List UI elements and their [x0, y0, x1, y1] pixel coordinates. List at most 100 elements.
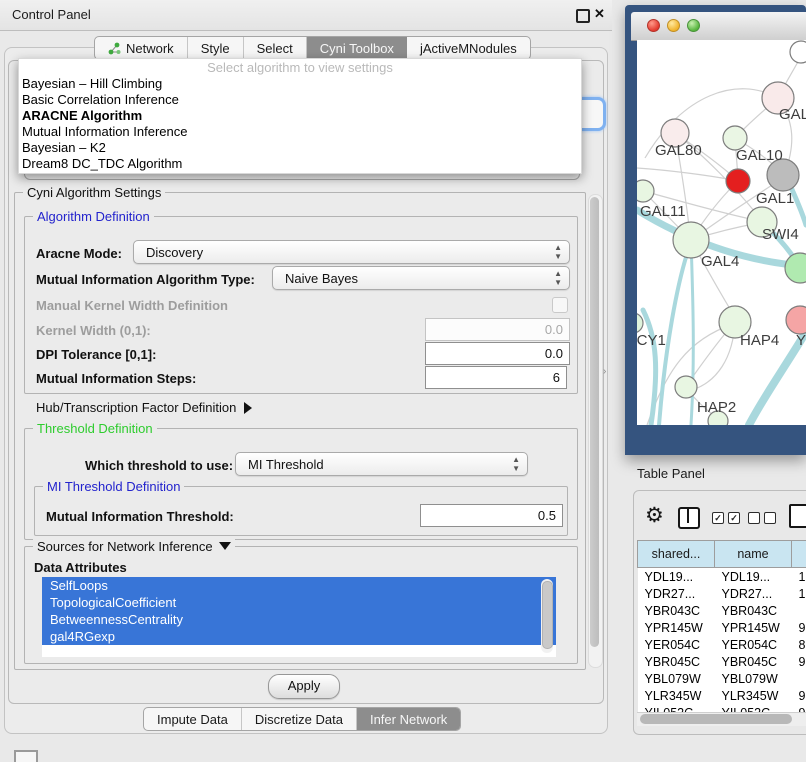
table-row[interactable]: YLR345WYLR345W9. [638, 687, 806, 704]
sources-group-title[interactable]: Sources for Network Inference [33, 539, 235, 554]
settings-scrollbar[interactable] [588, 194, 603, 668]
network-window-titlebar[interactable] [631, 12, 806, 41]
columns-icon[interactable] [678, 507, 700, 529]
table-cell[interactable]: YPR145W [638, 619, 715, 636]
table-cell[interactable]: YDL19... [715, 568, 792, 586]
network-node[interactable] [785, 253, 806, 283]
table-row[interactable]: YPR145WYPR145W9. [638, 619, 806, 636]
select-all-checkboxes-icon[interactable]: ✓ ✓ [712, 512, 740, 524]
dpi-tolerance-label: DPI Tolerance [0,1]: [36, 347, 156, 362]
splitter-handle[interactable]: › [603, 366, 606, 377]
table-hscrollbar[interactable] [637, 712, 806, 726]
attributes-scrollbar-thumb[interactable] [542, 581, 553, 649]
table-cell[interactable]: YBR043C [715, 602, 792, 619]
table-row[interactable]: YER054CYER054C8. [638, 636, 806, 653]
hub-definition-toggle[interactable]: Hub/Transcription Factor Definition [36, 400, 252, 415]
tab-infer-network[interactable]: Infer Network [357, 708, 460, 730]
tab-discretize-data[interactable]: Discretize Data [242, 708, 357, 730]
float-icon[interactable] [576, 9, 590, 23]
manual-kernel-checkbox[interactable] [552, 297, 568, 313]
table-cell[interactable]: YBR045C [715, 653, 792, 670]
table-cell[interactable]: 9. [792, 687, 806, 704]
algorithm-option[interactable]: Dream8 DC_TDC Algorithm [19, 156, 581, 172]
clear-all-checkboxes-icon[interactable] [748, 512, 776, 524]
table-cell[interactable]: YPR145W [715, 619, 792, 636]
close-icon[interactable]: ✕ [594, 6, 605, 22]
table-cell[interactable]: 9. [792, 653, 806, 670]
node-table[interactable]: shared...nameAYDL19...YDL19...13YDR27...… [637, 540, 806, 713]
table-column-header[interactable]: shared... [638, 541, 715, 568]
table-cell[interactable]: YLR345W [715, 687, 792, 704]
algorithm-option[interactable]: Basic Correlation Inference [19, 92, 581, 108]
table-cell[interactable] [792, 670, 806, 687]
table-cell[interactable]: 13 [792, 568, 806, 586]
network-node[interactable] [675, 376, 697, 398]
network-node[interactable] [790, 41, 806, 63]
tab-network[interactable]: Network [95, 37, 188, 59]
table-cell[interactable]: YDR27... [715, 585, 792, 602]
table-cell[interactable]: YER054C [638, 636, 715, 653]
table-row[interactable]: YBL079WYBL079W [638, 670, 806, 687]
attribute-list-item[interactable]: TopologicalCoefficient [42, 594, 556, 611]
table-row[interactable]: YBR045CYBR045C9. [638, 653, 806, 670]
gear-icon[interactable]: ⚙ [645, 503, 664, 527]
table-cell[interactable] [792, 602, 806, 619]
aracne-mode-combo[interactable]: Discovery ▲▼ [133, 240, 570, 264]
mi-steps-field[interactable]: 6 [425, 366, 567, 389]
network-node[interactable] [637, 180, 654, 202]
table-column-header[interactable]: name [715, 541, 792, 568]
table-row[interactable]: YBR043CYBR043C [638, 602, 806, 619]
table-cell[interactable]: YBL079W [715, 670, 792, 687]
document-icon[interactable] [789, 504, 806, 528]
tab-style[interactable]: Style [188, 37, 244, 59]
table-cell[interactable]: YBR045C [638, 653, 715, 670]
table-cell[interactable]: 9. [792, 619, 806, 636]
attribute-list-item[interactable]: gal4RGexp [42, 628, 556, 645]
mi-type-label: Mutual Information Algorithm Type: [36, 272, 255, 287]
attributes-scrollbar[interactable] [541, 579, 553, 653]
tab-cyni-toolbox[interactable]: Cyni Toolbox [307, 37, 407, 59]
algorithm-option[interactable]: Bayesian – Hill Climbing [19, 76, 581, 92]
table-cell[interactable]: YBR043C [638, 602, 715, 619]
corner-widget-icon[interactable] [14, 750, 38, 762]
table-hscrollbar-thumb[interactable] [640, 714, 792, 724]
table-cell[interactable]: 12 [792, 585, 806, 602]
which-threshold-combo[interactable]: MI Threshold ▲▼ [235, 452, 528, 476]
tab-select[interactable]: Select [244, 37, 307, 59]
table-cell[interactable]: YDL19... [638, 568, 715, 586]
table-cell[interactable]: YLR345W [638, 687, 715, 704]
apply-button[interactable]: Apply [268, 674, 340, 699]
data-attributes-list[interactable]: SelfLoopsTopologicalCoefficientBetweenne… [42, 577, 556, 657]
tab-jactivemnodules[interactable]: jActiveMNodules [407, 37, 530, 59]
table-row[interactable]: YDR27...YDR27...12 [638, 585, 806, 602]
algorithm-option[interactable]: Bayesian – K2 [19, 140, 581, 156]
table-row[interactable]: YDL19...YDL19...13 [638, 568, 806, 586]
network-node[interactable] [726, 169, 750, 193]
network-node[interactable] [637, 313, 643, 333]
tab-impute-data[interactable]: Impute Data [144, 708, 242, 730]
table-cell[interactable]: YBL079W [638, 670, 715, 687]
network-node[interactable] [786, 306, 806, 334]
zoom-traffic-icon[interactable] [687, 19, 700, 32]
algorithm-option[interactable]: ARACNE Algorithm [19, 108, 581, 124]
close-traffic-icon[interactable] [647, 19, 660, 32]
table-cell[interactable]: YDR27... [638, 585, 715, 602]
collapse-down-icon[interactable] [219, 542, 231, 550]
control-panel-tabs: NetworkStyleSelectCyni ToolboxjActiveMNo… [94, 36, 531, 60]
kernel-width-field[interactable]: 0.0 [425, 318, 570, 341]
settings-scrollbar-thumb[interactable] [590, 197, 599, 647]
stepper-icon: ▲▼ [512, 455, 520, 473]
attribute-list-item[interactable]: SelfLoops [42, 577, 556, 594]
expand-right-icon[interactable] [244, 402, 252, 414]
mi-steps-label: Mutual Information Steps: [36, 371, 196, 386]
minimize-traffic-icon[interactable] [667, 19, 680, 32]
dpi-tolerance-field[interactable]: 0.0 [425, 342, 570, 365]
network-canvas[interactable]: GALGAL80GAL10GAL1GAL11SWI4GAL4GCY1HAP4YH… [637, 40, 806, 425]
table-cell[interactable]: YER054C [715, 636, 792, 653]
attribute-list-item[interactable]: BetweennessCentrality [42, 611, 556, 628]
mi-threshold-field[interactable]: 0.5 [420, 504, 563, 527]
table-cell[interactable]: 8. [792, 636, 806, 653]
mi-type-combo[interactable]: Naive Bayes ▲▼ [272, 266, 570, 290]
table-column-header[interactable]: A [792, 541, 806, 568]
algorithm-option[interactable]: Mutual Information Inference [19, 124, 581, 140]
